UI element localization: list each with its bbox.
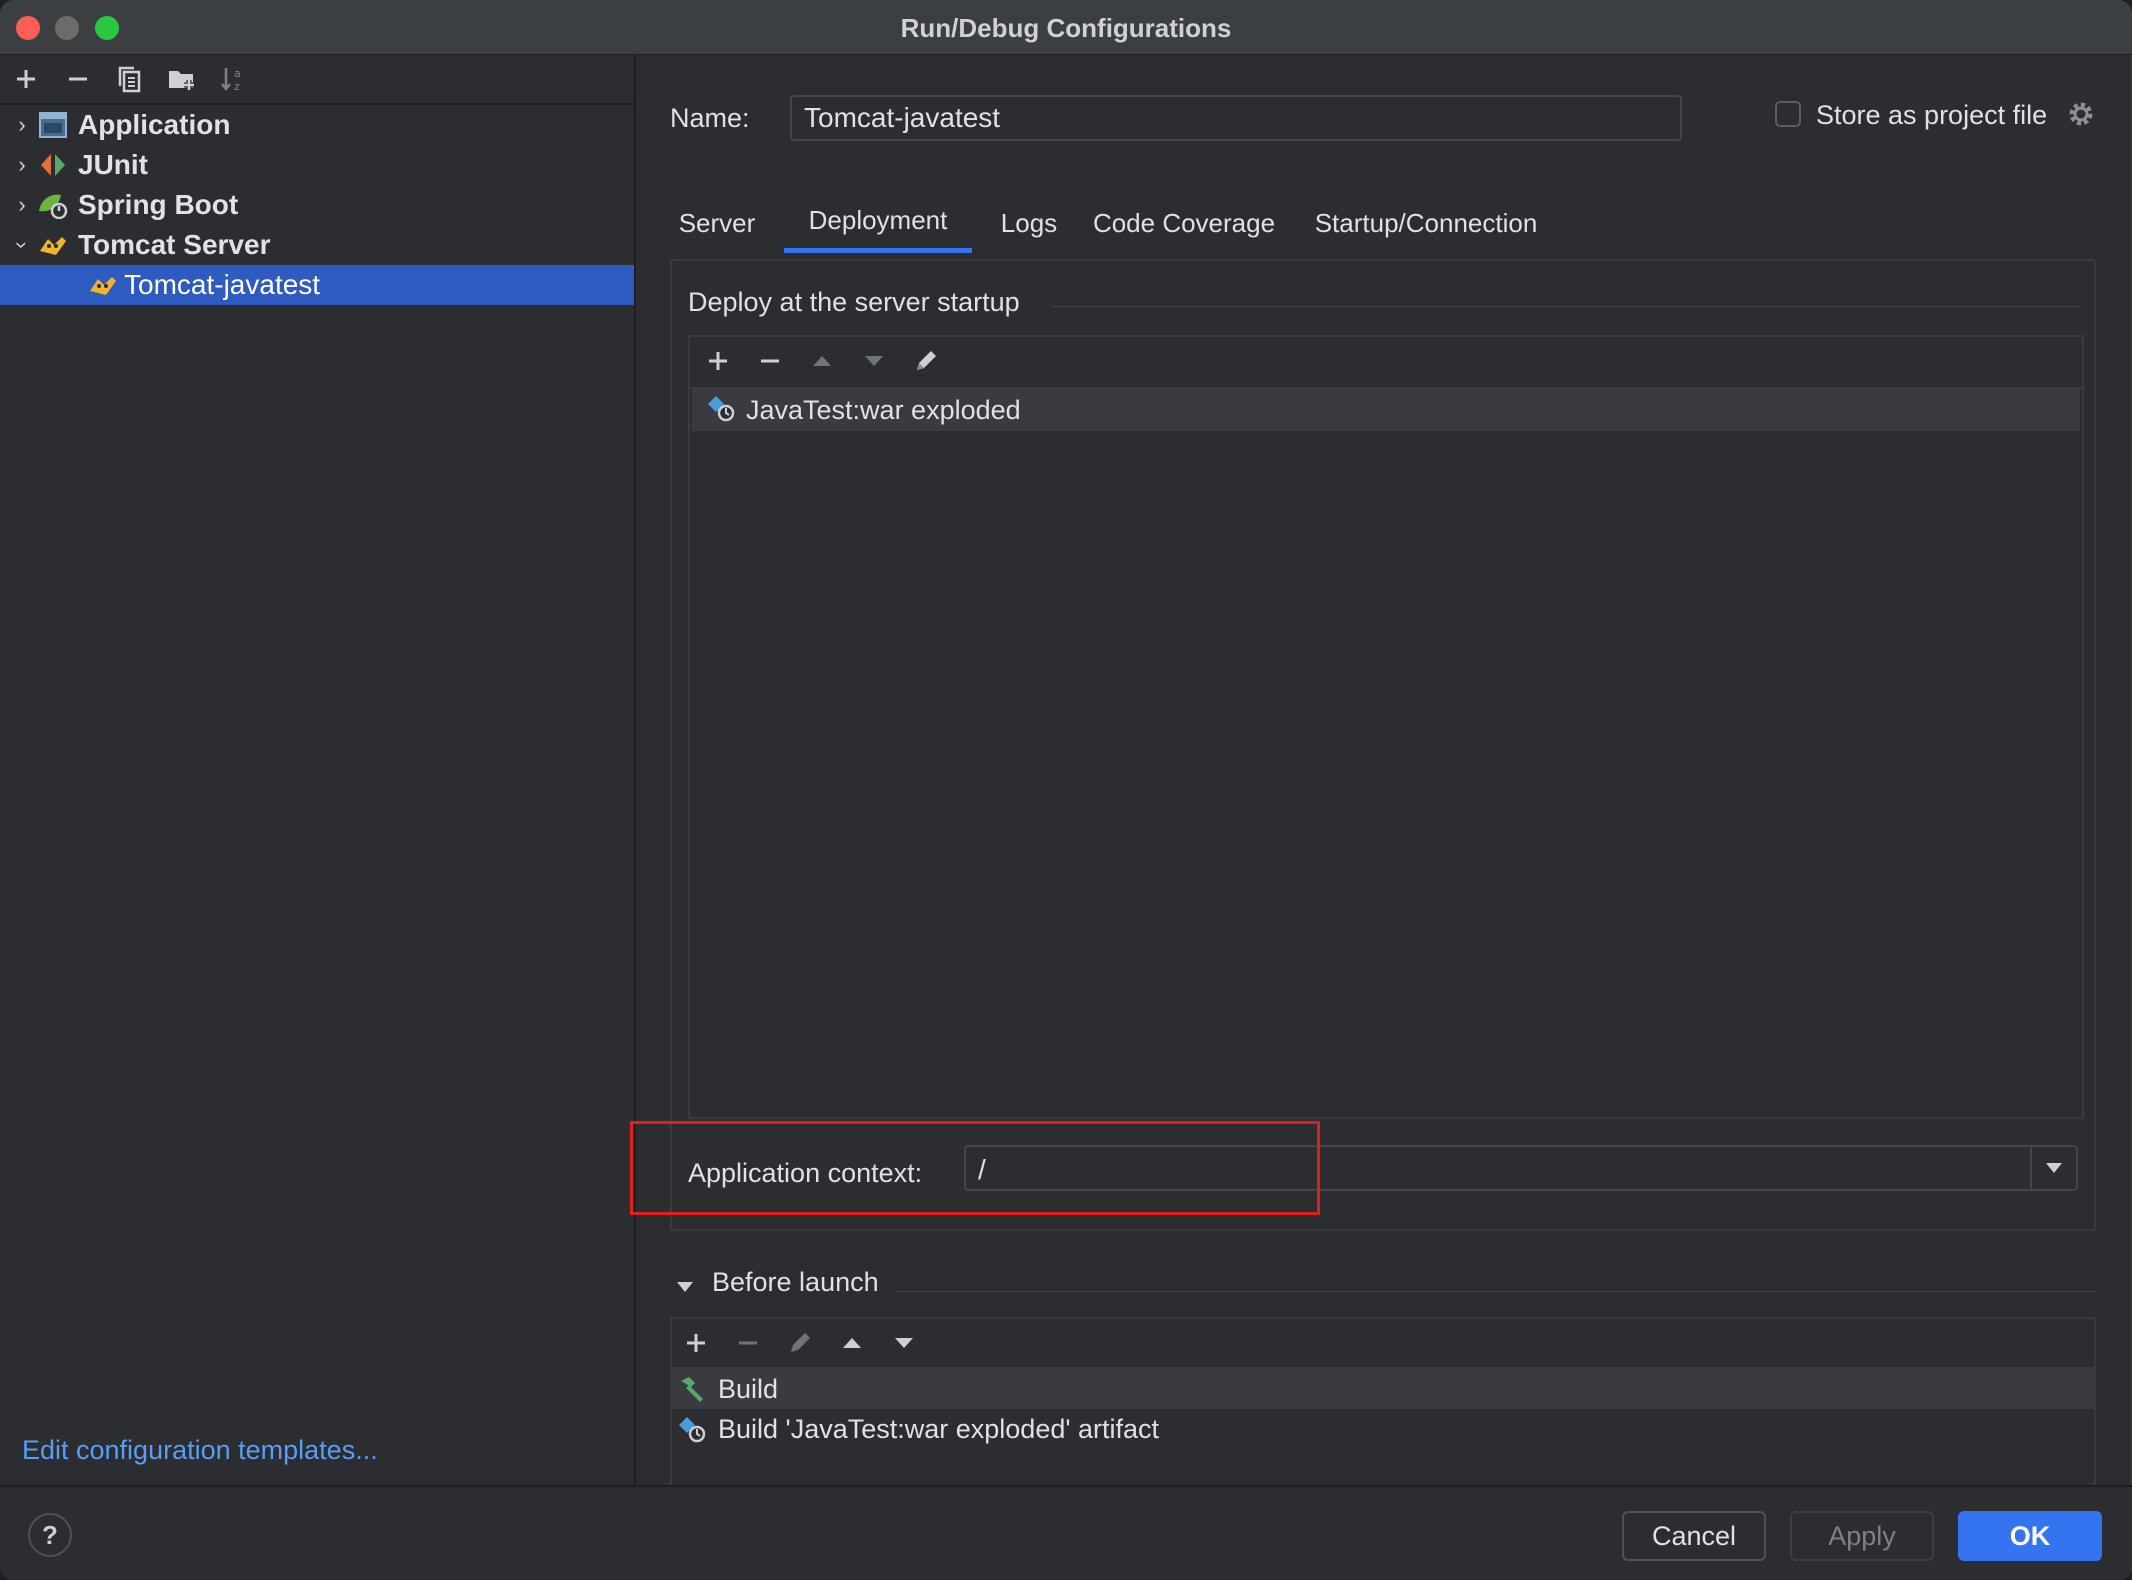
chevron-right-icon[interactable]: ›	[8, 192, 36, 218]
before-launch-title[interactable]: Before launch	[712, 1267, 879, 1298]
deployment-artifacts-list: JavaTest:war exploded	[688, 335, 2084, 1119]
tree-item-application[interactable]: › Application	[0, 105, 634, 145]
configurations-toolbar: az	[0, 55, 634, 105]
chevron-down-icon[interactable]: ›	[9, 231, 35, 259]
application-context-combobox[interactable]: /	[964, 1145, 2078, 1191]
deployment-toolbar	[690, 337, 2082, 389]
move-down-icon[interactable]	[856, 343, 892, 379]
chevron-down-icon[interactable]	[2030, 1147, 2076, 1189]
tab-deployment[interactable]: Deployment	[784, 193, 972, 253]
before-launch-task[interactable]: Build 'JavaTest:war exploded' artifact	[672, 1409, 2094, 1449]
title-bar: Run/Debug Configurations	[0, 0, 2132, 55]
application-context-value[interactable]: /	[978, 1154, 986, 1186]
remove-icon[interactable]	[60, 61, 96, 97]
configuration-editor: Name: Tomcat-javatest Store as project f…	[630, 55, 2132, 1487]
section-divider	[896, 1291, 2096, 1292]
remove-icon[interactable]	[730, 1325, 766, 1361]
deployment-panel: Deploy at the server startup JavaTest:wa…	[670, 259, 2096, 1231]
tab-server[interactable]: Server	[670, 193, 764, 253]
tab-startup-connection[interactable]: Startup/Connection	[1302, 193, 1550, 253]
apply-button[interactable]: Apply	[1790, 1511, 1934, 1561]
chevron-right-icon[interactable]: ›	[8, 152, 36, 178]
move-up-icon[interactable]	[834, 1325, 870, 1361]
help-button[interactable]: ?	[28, 1513, 72, 1557]
tree-item-label: Tomcat-javatest	[124, 269, 321, 300]
edit-pencil-icon[interactable]	[908, 343, 944, 379]
before-launch-list: Build Build 'JavaTest:war exploded' arti…	[670, 1317, 2096, 1487]
task-label: Build 'JavaTest:war exploded' artifact	[718, 1413, 1160, 1444]
tree-item-junit[interactable]: › JUnit	[0, 145, 634, 185]
tab-logs[interactable]: Logs	[990, 193, 1068, 253]
artifact-icon	[706, 394, 736, 427]
add-icon[interactable]	[700, 343, 736, 379]
application-context-label: Application context:	[688, 1158, 923, 1188]
before-launch-task[interactable]: Build	[672, 1369, 2094, 1409]
add-icon[interactable]	[678, 1325, 714, 1361]
section-divider	[1052, 306, 2080, 307]
spring-boot-icon	[36, 190, 70, 220]
junit-icon	[36, 150, 70, 180]
gear-icon[interactable]	[2066, 99, 2096, 137]
tab-code-coverage[interactable]: Code Coverage	[1084, 193, 1284, 253]
tree-item-label: Spring Boot	[78, 189, 239, 220]
svg-text:a: a	[234, 67, 241, 80]
ok-button[interactable]: OK	[1958, 1511, 2102, 1561]
tree-item-spring-boot[interactable]: › Spring Boot	[0, 185, 634, 225]
run-debug-dialog: Run/Debug Configurations az › Applicatio…	[0, 0, 2132, 1580]
tomcat-icon	[86, 270, 120, 300]
store-as-project-file-checkbox[interactable]	[1775, 101, 1801, 127]
dialog-button-bar: ? Cancel Apply OK	[0, 1485, 2132, 1580]
move-up-icon[interactable]	[804, 343, 840, 379]
tree-item-label: Application	[78, 109, 231, 140]
edit-configuration-templates-link[interactable]: Edit configuration templates...	[22, 1435, 378, 1466]
tree-item-label: Tomcat Server	[78, 229, 271, 260]
task-label: Build	[718, 1373, 779, 1404]
tree-item-tomcat-server[interactable]: › Tomcat Server	[0, 225, 634, 265]
deploy-section-title: Deploy at the server startup	[688, 287, 1034, 318]
name-field[interactable]: Tomcat-javatest	[790, 95, 1682, 141]
new-folder-icon[interactable]	[164, 61, 200, 97]
configurations-sidebar: az › Application › JUnit › Spring Boot ›	[0, 55, 636, 1485]
tree-item-tomcat-javatest[interactable]: Tomcat-javatest	[0, 265, 634, 305]
chevron-right-icon[interactable]: ›	[8, 112, 36, 138]
move-down-icon[interactable]	[886, 1325, 922, 1361]
hammer-icon	[676, 1374, 708, 1404]
artifact-icon	[676, 1414, 708, 1444]
application-icon	[36, 110, 70, 140]
sort-icon[interactable]: az	[216, 61, 252, 97]
remove-icon[interactable]	[752, 343, 788, 379]
edit-pencil-icon[interactable]	[782, 1325, 818, 1361]
cancel-button[interactable]: Cancel	[1622, 1511, 1766, 1561]
add-icon[interactable]	[8, 61, 44, 97]
store-as-project-file-label[interactable]: Store as project file	[1816, 100, 2047, 131]
artifact-label: JavaTest:war exploded	[746, 394, 1021, 425]
tree-item-label: JUnit	[78, 149, 148, 180]
collapse-triangle-icon[interactable]	[676, 1277, 694, 1298]
svg-text:z: z	[234, 80, 240, 93]
name-label: Name:	[670, 103, 750, 133]
copy-icon[interactable]	[112, 61, 148, 97]
tomcat-icon	[36, 230, 70, 260]
before-launch-toolbar	[672, 1319, 2094, 1369]
deployment-artifact-row[interactable]: JavaTest:war exploded	[692, 389, 2080, 431]
window-title: Run/Debug Configurations	[900, 13, 1232, 43]
